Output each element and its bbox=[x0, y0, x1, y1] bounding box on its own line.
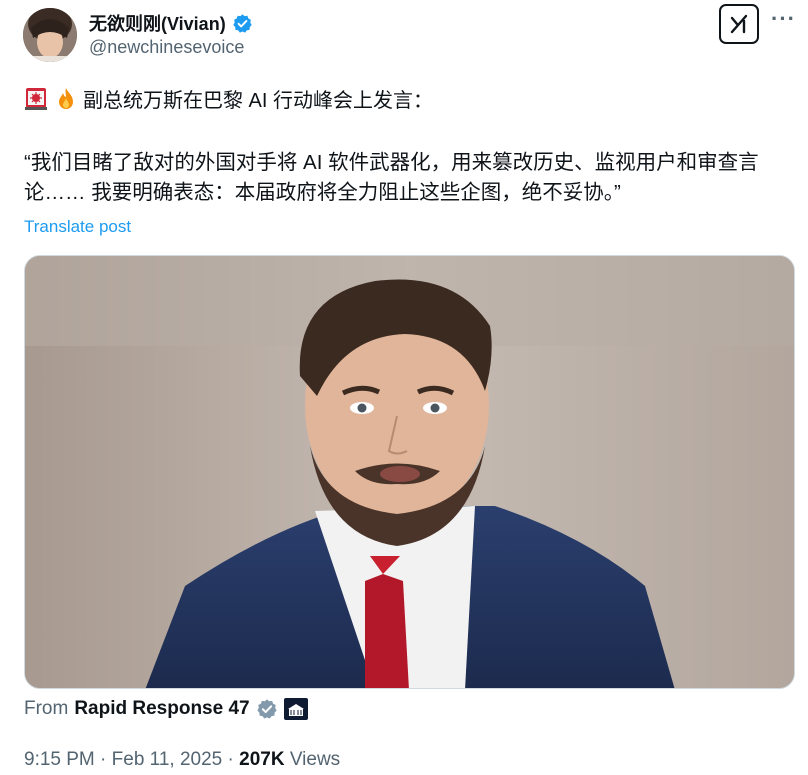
white-house-affiliation-icon[interactable] bbox=[283, 698, 308, 720]
verified-badge-icon[interactable] bbox=[232, 13, 253, 34]
media-source: From Rapid Response 47 bbox=[24, 698, 308, 720]
avatar[interactable] bbox=[23, 8, 77, 62]
post-quote: “我们目睹了敌对的外国对手将 AI 软件武器化，用来篡改历史、监视用户和审查言论… bbox=[24, 151, 759, 204]
video-media[interactable] bbox=[24, 255, 795, 689]
more-options-icon[interactable]: ··· bbox=[771, 6, 796, 32]
meta-separator: · bbox=[227, 749, 234, 770]
post-date[interactable]: Feb 11, 2025 bbox=[112, 749, 223, 770]
post-time[interactable]: 9:15 PM bbox=[24, 749, 95, 770]
post-meta: 9:15 PM · Feb 11, 2025 · 207K Views bbox=[24, 749, 340, 771]
avatar-image bbox=[23, 8, 77, 62]
media-source-prefix: From bbox=[24, 698, 69, 719]
views-count[interactable]: 207K bbox=[239, 749, 284, 770]
views-label: Views bbox=[289, 749, 341, 770]
translate-post-link[interactable]: Translate post bbox=[24, 217, 131, 237]
author-display-name[interactable]: 无欲则刚(Vivian) bbox=[89, 10, 226, 36]
post-headline: 副总统万斯在巴黎 AI 行动峰会上发言： bbox=[83, 90, 434, 112]
org-verified-badge-icon[interactable] bbox=[256, 698, 278, 720]
grok-icon bbox=[730, 14, 748, 34]
media-source-name[interactable]: Rapid Response 47 bbox=[74, 698, 249, 720]
fire-icon bbox=[59, 87, 73, 109]
siren-icon bbox=[25, 87, 47, 110]
speaker-video-frame bbox=[25, 256, 794, 688]
author-handle[interactable]: @newchinesevoice bbox=[89, 37, 244, 58]
meta-separator: · bbox=[100, 749, 107, 770]
grok-button[interactable] bbox=[719, 4, 759, 44]
